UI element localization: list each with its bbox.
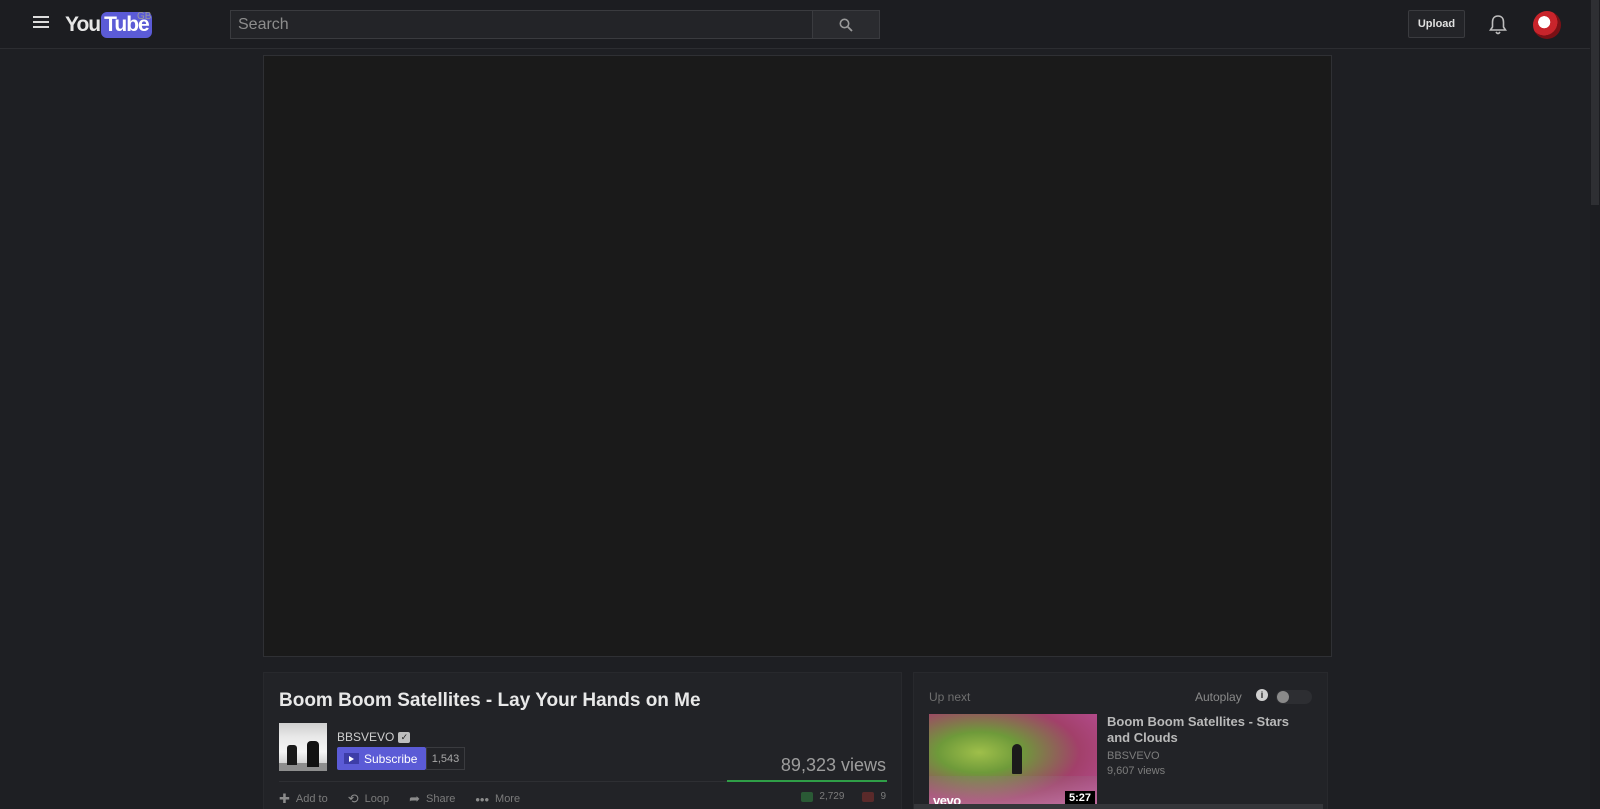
upload-button[interactable]: Upload: [1408, 10, 1465, 38]
up-next-thumbnail[interactable]: vevo 5:27: [929, 714, 1097, 809]
loop-icon: ⟲: [347, 791, 359, 806]
like-ratio-bar: [727, 780, 887, 782]
like-dislike-bar: 2,729 9: [801, 791, 886, 802]
more-label: More: [495, 793, 521, 805]
search-bar: [230, 10, 880, 39]
share-icon: ➦: [409, 791, 421, 806]
thumbs-down-icon[interactable]: [862, 791, 875, 802]
video-title: Boom Boom Satellites - Lay Your Hands on…: [279, 690, 701, 711]
verified-icon: ✓: [398, 731, 411, 743]
autoplay-toggle-knob: [1277, 691, 1289, 703]
more-icon: •••: [475, 791, 490, 807]
up-next-label: Up next: [929, 690, 971, 704]
share-button[interactable]: ➦ Share: [409, 791, 455, 807]
up-next-views: 9,607 views: [1107, 765, 1166, 777]
loop-button[interactable]: ⟲ Loop: [348, 791, 389, 807]
like-count: 2,729: [819, 791, 845, 802]
plus-icon: ✚: [279, 791, 290, 806]
notifications-bell-icon[interactable]: [1488, 14, 1508, 36]
up-next-channel: BBSVEVO: [1107, 750, 1160, 762]
subscribe-play-icon: [344, 753, 359, 764]
masthead: You Tube GB Upload: [0, 0, 1590, 49]
search-button[interactable]: [813, 10, 880, 39]
subscriber-count: 1,543: [426, 747, 465, 770]
video-duration: 5:27: [1064, 791, 1095, 805]
info-icon[interactable]: i: [1256, 689, 1268, 701]
page-scrollbar[interactable]: [1590, 0, 1600, 809]
video-info-card: Boom Boom Satellites - Lay Your Hands on…: [263, 672, 902, 809]
loop-label: Loop: [364, 793, 390, 805]
account-avatar[interactable]: [1533, 11, 1561, 39]
search-icon: [839, 18, 853, 32]
guide-menu-icon[interactable]: [33, 16, 49, 32]
thumbs-up-icon[interactable]: [801, 791, 814, 802]
video-actions: ✚ Add to ⟲ Loop ➦ Share ••• More: [279, 791, 520, 807]
subscribe-label: Subscribe: [364, 751, 418, 766]
view-count: 89,323 views: [780, 755, 886, 775]
add-to-label: Add to: [295, 793, 328, 805]
channel-thumbnail[interactable]: [279, 723, 327, 771]
scrollbar-thumb[interactable]: [1591, 0, 1599, 205]
dislike-count: 9: [880, 791, 886, 802]
up-next-title[interactable]: Boom Boom Satellites - Stars and Clouds: [1107, 714, 1307, 746]
up-next-panel: Up next Autoplay i vevo 5:27 Boom Boom S…: [913, 672, 1328, 809]
more-button[interactable]: ••• More: [475, 791, 520, 807]
autoplay-toggle[interactable]: [1276, 690, 1312, 704]
add-to-button[interactable]: ✚ Add to: [279, 791, 328, 807]
up-next-divider: [914, 804, 1323, 809]
subscribe-button[interactable]: Subscribe: [337, 747, 426, 770]
logo-country-code: GB: [137, 11, 152, 22]
share-label: Share: [426, 793, 456, 805]
channel-name: BBSVEVO: [337, 730, 395, 744]
logo-you-text: You: [65, 13, 101, 36]
video-player[interactable]: [263, 55, 1332, 657]
channel-name-link[interactable]: BBSVEVO ✓: [337, 730, 411, 744]
search-input[interactable]: [230, 10, 813, 39]
autoplay-label: Autoplay: [1195, 690, 1242, 704]
